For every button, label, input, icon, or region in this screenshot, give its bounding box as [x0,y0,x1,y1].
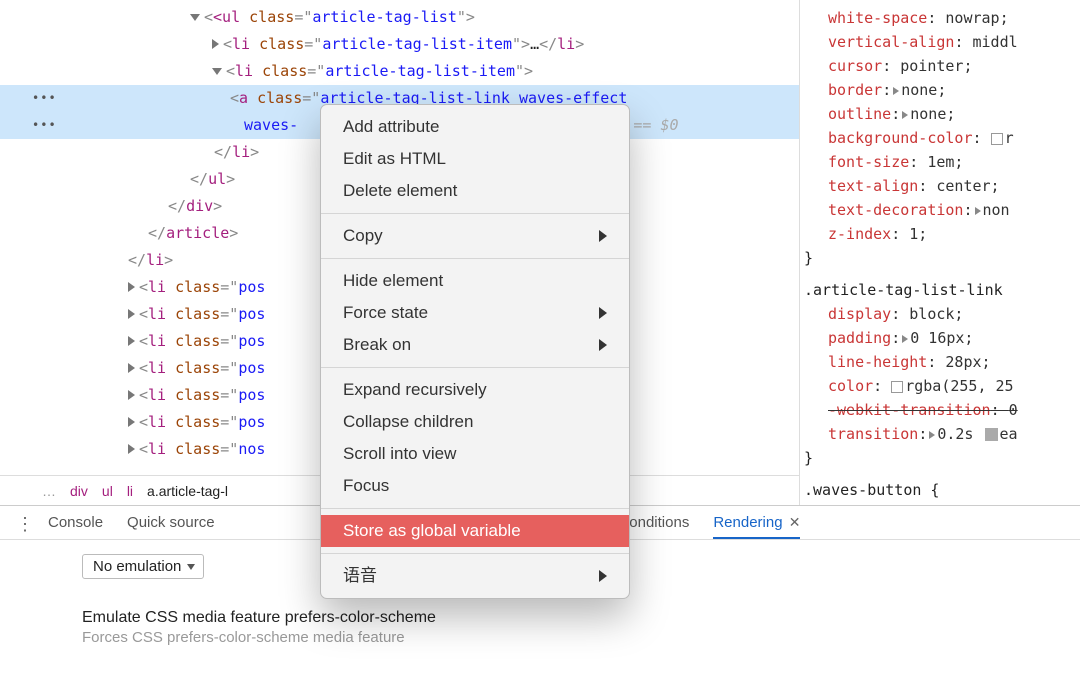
tab-rendering[interactable]: Rendering ✕ [713,514,800,539]
expand-icon[interactable] [902,111,908,119]
css-selector: .waves-button { [804,481,939,499]
twisty-icon[interactable] [128,363,135,373]
color-swatch-icon[interactable] [891,381,903,393]
chevron-down-icon [187,564,195,570]
setting-title: Emulate CSS media feature prefers-color-… [82,609,1080,627]
ctx-break-on[interactable]: Break on [321,329,629,361]
dom-node-ul[interactable]: <<ul class="article-tag-list"> [0,4,799,31]
css-selector: .article-tag-list-link [804,281,1003,299]
bezier-icon[interactable] [985,428,998,441]
ctx-store-global-variable[interactable]: Store as global variable [321,515,629,547]
breadcrumb-ul[interactable]: ul [102,483,113,499]
ctx-delete-element[interactable]: Delete element [321,175,629,207]
expand-icon[interactable] [929,431,935,439]
ctx-copy[interactable]: Copy [321,220,629,252]
twisty-icon[interactable] [190,14,200,21]
twisty-icon[interactable] [128,336,135,346]
breadcrumb-active[interactable]: a.article-tag-l [147,483,228,499]
ctx-scroll-into-view[interactable]: Scroll into view [321,438,629,470]
css-rule[interactable]: white-space: nowrap; vertical-align: mid… [802,6,1080,270]
ctx-force-state[interactable]: Force state [321,297,629,329]
expand-icon[interactable] [975,207,981,215]
dom-node-li-collapsed[interactable]: <li class="article-tag-list-item">…</li> [0,31,799,58]
css-rule[interactable]: .article-tag-list-link display: block; p… [802,278,1080,470]
submenu-icon [599,339,607,351]
ctx-focus[interactable]: Focus [321,470,629,502]
twisty-icon[interactable] [128,417,135,427]
twisty-icon[interactable] [212,39,219,49]
ctx-expand-recursively[interactable]: Expand recursively [321,374,629,406]
expand-icon[interactable] [902,335,908,343]
submenu-icon [599,570,607,582]
ctx-voice[interactable]: 语音 [321,560,629,592]
twisty-icon[interactable] [128,444,135,454]
twisty-icon[interactable] [128,390,135,400]
submenu-icon [599,230,607,242]
twisty-icon[interactable] [128,309,135,319]
ctx-collapse-children[interactable]: Collapse children [321,406,629,438]
close-icon[interactable]: ✕ [789,514,801,530]
kebab-icon[interactable]: ⋮ [16,514,34,535]
setting-subtitle: Forces CSS prefers-color-scheme media fe… [82,629,1080,646]
breadcrumb-div[interactable]: div [70,483,88,499]
twisty-icon[interactable] [212,68,222,75]
submenu-icon [599,307,607,319]
tab-quick-source[interactable]: Quick source [127,514,215,531]
twisty-icon[interactable] [128,282,135,292]
tab-console[interactable]: Console [48,514,103,531]
context-menu: Add attribute Edit as HTML Delete elemen… [320,104,630,599]
css-rule[interactable]: .waves-button { padding: 0.85em 1.1e [802,478,1080,505]
ctx-edit-as-html[interactable]: Edit as HTML [321,143,629,175]
breadcrumb-ellipsis[interactable]: … [42,483,56,499]
emulation-select[interactable]: No emulation [82,554,204,579]
ctx-hide-element[interactable]: Hide element [321,265,629,297]
styles-panel[interactable]: white-space: nowrap; vertical-align: mid… [800,0,1080,505]
expand-icon[interactable] [893,87,899,95]
color-swatch-icon[interactable] [991,133,1003,145]
ctx-add-attribute[interactable]: Add attribute [321,111,629,143]
dom-node-li-open[interactable]: <li class="article-tag-list-item"> [0,58,799,85]
breadcrumb-li[interactable]: li [127,483,133,499]
